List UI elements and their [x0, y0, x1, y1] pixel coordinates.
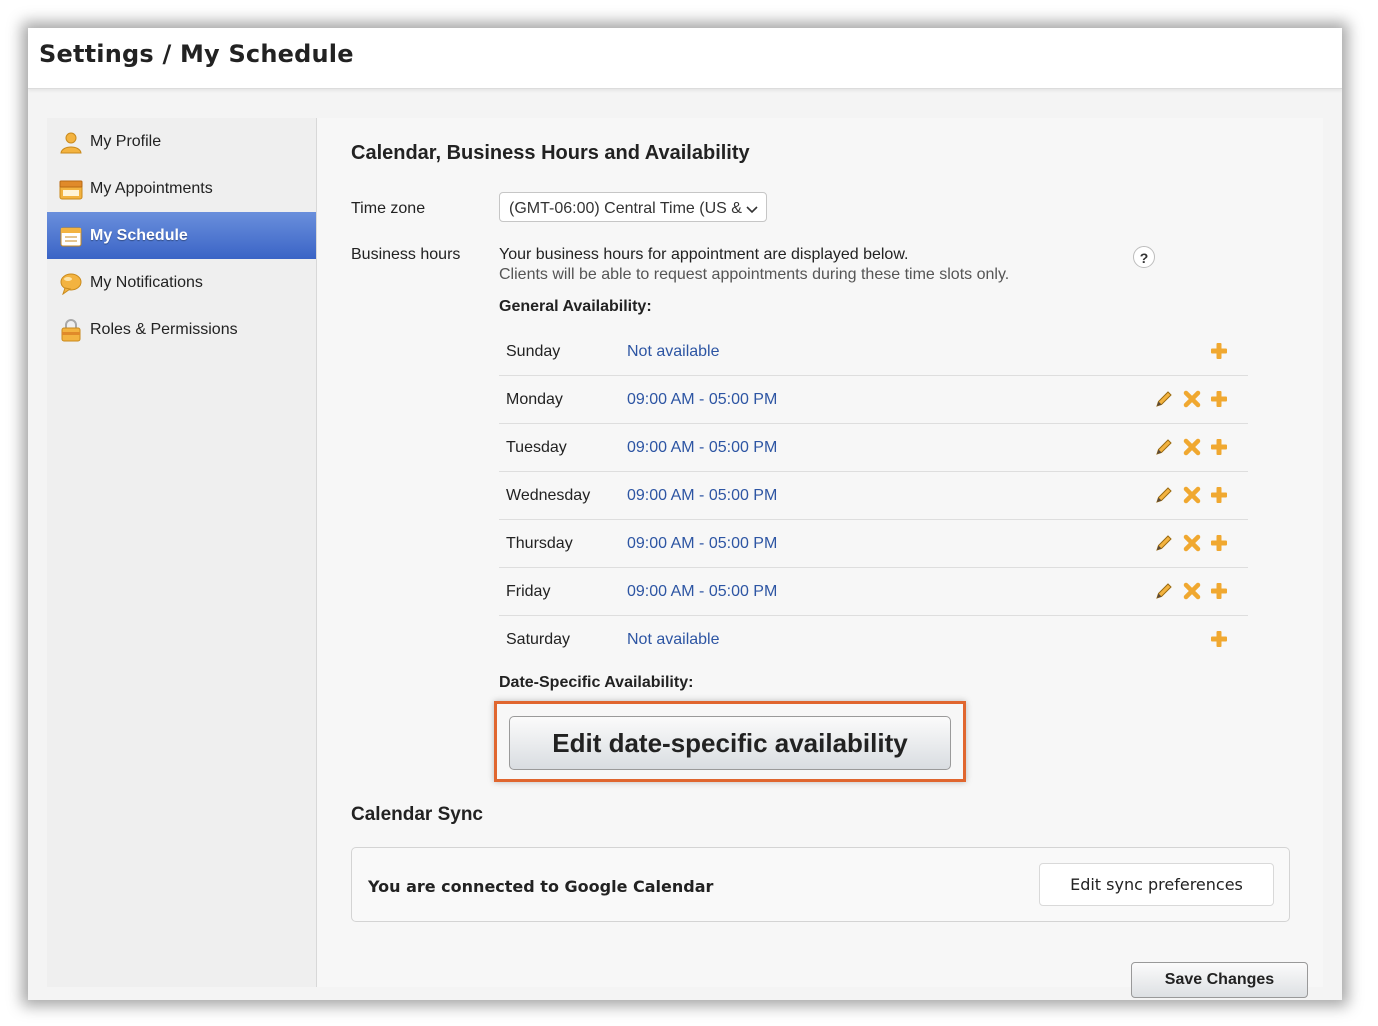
day-name: Saturday	[506, 631, 571, 648]
help-icon[interactable]: ?	[1133, 246, 1155, 268]
day-name: Tuesday	[506, 439, 567, 456]
day-hours[interactable]: 09:00 AM - 05:00 PM	[627, 535, 777, 553]
chevron-down-icon	[746, 202, 758, 214]
page-title: Settings / My Schedule	[39, 40, 354, 68]
save-changes-button[interactable]: Save Changes	[1131, 962, 1308, 998]
edit-pencil-icon[interactable]	[1154, 533, 1174, 553]
edit-pencil-icon[interactable]	[1154, 485, 1174, 505]
add-plus-icon[interactable]	[1209, 341, 1229, 361]
day-name: Wednesday	[506, 487, 591, 504]
calendar-sync-status: You are connected to Google Calendar	[368, 877, 714, 896]
delete-x-icon[interactable]	[1182, 533, 1202, 553]
day-hours[interactable]: Not available	[627, 631, 720, 649]
add-plus-icon[interactable]	[1209, 485, 1229, 505]
sidebar-item-my-appointments[interactable]: My Appointments	[47, 165, 316, 212]
settings-window: Settings / My Schedule My Profile My App…	[28, 28, 1342, 1000]
general-availability-heading: General Availability:	[499, 298, 652, 315]
day-hours[interactable]: 09:00 AM - 05:00 PM	[627, 583, 777, 601]
timezone-label: Time zone	[351, 200, 426, 217]
business-hours-line1: Your business hours for appointment are …	[499, 246, 909, 263]
delete-x-icon[interactable]	[1182, 485, 1202, 505]
edit-pencil-icon[interactable]	[1154, 581, 1174, 601]
delete-x-icon[interactable]	[1182, 581, 1202, 601]
calendar-sync-title: Calendar Sync	[351, 804, 483, 825]
day-hours[interactable]: 09:00 AM - 05:00 PM	[627, 487, 777, 505]
day-row-saturday: Saturday Not available	[499, 616, 1248, 664]
content-area: My Profile My Appointments My Schedule M…	[47, 118, 1323, 998]
date-specific-heading: Date-Specific Availability:	[499, 674, 694, 691]
sidebar-item-my-profile[interactable]: My Profile	[47, 118, 316, 165]
timezone-value: (GMT-06:00) Central Time (US &	[509, 200, 742, 217]
day-row-sunday: Sunday Not available	[499, 328, 1248, 376]
page-header: Settings / My Schedule	[28, 28, 1342, 89]
edit-pencil-icon[interactable]	[1154, 437, 1174, 457]
edit-date-specific-availability-button[interactable]: Edit date-specific availability	[509, 716, 951, 770]
highlight-box: Edit date-specific availability	[494, 701, 966, 782]
day-name: Monday	[506, 391, 563, 408]
day-row-tuesday: Tuesday 09:00 AM - 05:00 PM	[499, 424, 1248, 472]
day-hours[interactable]: 09:00 AM - 05:00 PM	[627, 439, 777, 457]
notifications-icon	[59, 271, 83, 295]
sidebar-item-my-schedule[interactable]: My Schedule	[47, 212, 316, 259]
main-panel: Calendar, Business Hours and Availabilit…	[351, 118, 1311, 998]
sidebar-item-label: My Schedule	[90, 226, 188, 244]
sidebar-item-label: My Appointments	[90, 179, 213, 197]
day-row-monday: Monday 09:00 AM - 05:00 PM	[499, 376, 1248, 424]
day-row-wednesday: Wednesday 09:00 AM - 05:00 PM	[499, 472, 1248, 520]
day-row-friday: Friday 09:00 AM - 05:00 PM	[499, 568, 1248, 616]
sidebar-item-label: Roles & Permissions	[90, 320, 238, 338]
day-hours[interactable]: Not available	[627, 343, 720, 361]
business-hours-line2: Clients will be able to request appointm…	[499, 266, 1010, 283]
day-hours[interactable]: 09:00 AM - 05:00 PM	[627, 391, 777, 409]
sidebar-item-my-notifications[interactable]: My Notifications	[47, 259, 316, 306]
day-name: Friday	[506, 583, 551, 600]
calendar-icon	[59, 224, 83, 248]
sidebar-item-label: My Notifications	[90, 273, 203, 291]
profile-icon	[59, 130, 83, 154]
sidebar-item-roles-permissions[interactable]: Roles & Permissions	[47, 306, 316, 353]
appointments-icon	[59, 177, 83, 201]
add-plus-icon[interactable]	[1209, 437, 1229, 457]
section-title: Calendar, Business Hours and Availabilit…	[351, 142, 750, 164]
timezone-select[interactable]: (GMT-06:00) Central Time (US &	[499, 192, 767, 222]
edit-pencil-icon[interactable]	[1154, 389, 1174, 409]
edit-sync-preferences-button[interactable]: Edit sync preferences	[1039, 863, 1274, 906]
delete-x-icon[interactable]	[1182, 437, 1202, 457]
sidebar-item-label: My Profile	[90, 132, 162, 150]
day-name: Thursday	[506, 535, 573, 552]
business-hours-description: Your business hours for appointment are …	[499, 245, 1009, 285]
business-hours-label: Business hours	[351, 246, 461, 263]
day-row-thursday: Thursday 09:00 AM - 05:00 PM	[499, 520, 1248, 568]
add-plus-icon[interactable]	[1209, 389, 1229, 409]
day-name: Sunday	[506, 343, 561, 360]
add-plus-icon[interactable]	[1209, 581, 1229, 601]
sidebar: My Profile My Appointments My Schedule M…	[47, 118, 317, 987]
delete-x-icon[interactable]	[1182, 389, 1202, 409]
add-plus-icon[interactable]	[1209, 629, 1229, 649]
lock-icon	[59, 318, 83, 342]
add-plus-icon[interactable]	[1209, 533, 1229, 553]
calendar-sync-box: You are connected to Google Calendar Edi…	[351, 847, 1290, 922]
